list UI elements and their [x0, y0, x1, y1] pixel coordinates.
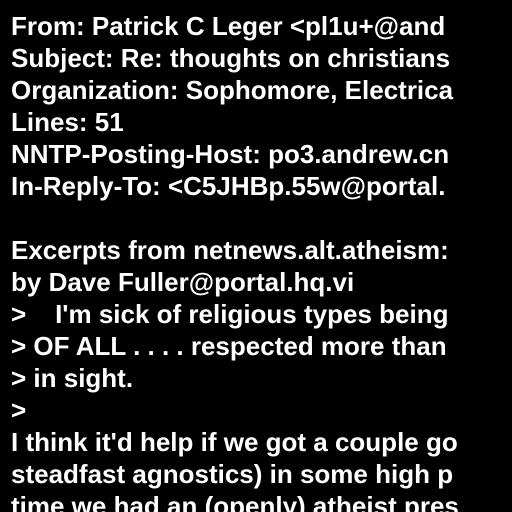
email-message-view: From: Patrick C Leger <pl1u+@and Subject… — [0, 0, 512, 512]
header-organization: Organization: Sophomore, Electrica — [11, 75, 454, 105]
header-from: From: Patrick C Leger <pl1u+@and — [11, 11, 446, 41]
message-text: From: Patrick C Leger <pl1u+@and Subject… — [11, 10, 459, 512]
header-subject: Subject: Re: thoughts on christians — [11, 43, 451, 73]
quoted-line: > in sight. — [11, 363, 134, 393]
quoted-line: > I'm sick of religious types being — [11, 299, 449, 329]
reply-line: time we had an (openly) atheist pres — [11, 491, 459, 512]
reply-line: steadfast agnostics) in some high p — [11, 459, 454, 489]
excerpt-attribution: by Dave Fuller@portal.hq.vi — [11, 267, 355, 297]
reply-line: I think it'd help if we got a couple go — [11, 427, 458, 457]
header-in-reply-to: In-Reply-To: <C5JHBp.55w@portal. — [11, 171, 446, 201]
quoted-line: > — [11, 395, 27, 425]
header-nntp-posting-host: NNTP-Posting-Host: po3.andrew.cn — [11, 139, 450, 169]
quoted-line: > OF ALL . . . . respected more than — [11, 331, 447, 361]
excerpt-intro: Excerpts from netnews.alt.atheism: — [11, 235, 449, 265]
header-lines: Lines: 51 — [11, 107, 124, 137]
